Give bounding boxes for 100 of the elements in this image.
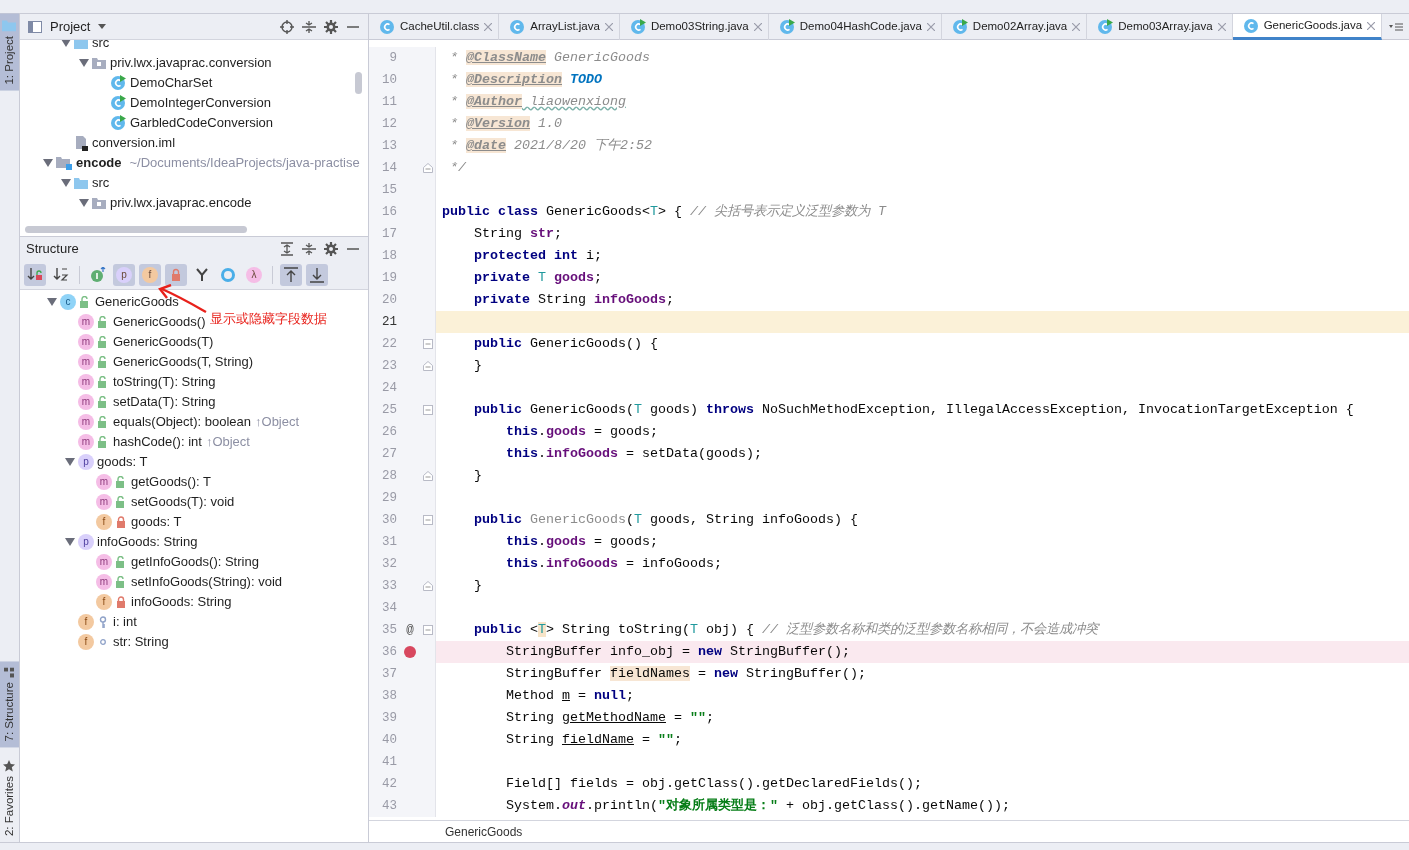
tree-item[interactable]: DemoCharSet	[130, 73, 213, 93]
tree-item[interactable]: infoGoods: String	[131, 592, 232, 612]
settings-icon[interactable]	[324, 241, 338, 256]
tree-item[interactable]: src	[92, 173, 110, 193]
tree-item[interactable]: GenericGoods(T)	[113, 332, 214, 352]
field-name: goods	[546, 534, 586, 549]
breakpoint-icon[interactable]	[404, 646, 416, 658]
expanded-arrow-icon[interactable]	[65, 538, 75, 546]
code-text: .	[538, 424, 546, 439]
caret-icon[interactable]	[98, 24, 107, 29]
method-icon: m	[78, 434, 94, 450]
editor-tab[interactable]: Demo02Array.java	[941, 14, 1088, 40]
tree-item[interactable]: conversion.iml	[92, 133, 176, 153]
scrollbar-thumb[interactable]	[355, 72, 362, 94]
expanded-arrow-icon[interactable]	[61, 40, 71, 47]
doc-comment: *	[449, 94, 459, 109]
tree-item[interactable]: encode	[76, 153, 122, 173]
tree-item[interactable]: priv.lwx.javaprac.conversion	[110, 53, 272, 73]
override-marker[interactable]: @	[406, 620, 414, 640]
tree-item[interactable]: goods: T	[131, 512, 182, 532]
variable-name: fieldNames	[609, 666, 690, 681]
code-text: .println(	[586, 798, 658, 813]
tree-item[interactable]: GenericGoods(T, String)	[113, 352, 254, 372]
tree-item[interactable]: goods: T	[97, 452, 148, 472]
code-text: goods, String infoGoods) {	[648, 512, 858, 527]
close-icon[interactable]	[1217, 23, 1226, 31]
close-icon[interactable]	[753, 23, 762, 31]
code-text: .	[538, 534, 546, 549]
line-number: 38	[381, 687, 397, 705]
tree-item[interactable]: i: int	[113, 612, 137, 632]
editor-tab[interactable]: Demo04HashCode.java	[768, 14, 942, 40]
tree-item[interactable]: getGoods(): T	[131, 472, 211, 492]
line-number: 26	[381, 423, 397, 441]
expanded-arrow-icon[interactable]	[79, 199, 89, 207]
breadcrumb[interactable]: GenericGoods	[445, 822, 523, 841]
line-number: 31	[381, 533, 397, 551]
inherited-from-label: ↑Object	[255, 413, 300, 432]
tree-item[interactable]: str: String	[113, 632, 169, 652]
code-text: goods)	[648, 402, 699, 417]
collapse-all-icon[interactable]	[302, 241, 316, 256]
tree-item[interactable]: infoGoods: String	[97, 532, 198, 552]
expanded-arrow-icon[interactable]	[43, 159, 53, 167]
editor-tab[interactable]: GenericGoods.java	[1232, 14, 1383, 40]
keyword: public	[473, 336, 523, 351]
expand-all-icon[interactable]	[280, 241, 294, 256]
close-icon[interactable]	[1072, 23, 1081, 31]
code-text: GenericGoods() {	[530, 336, 658, 351]
panel-icon	[28, 20, 42, 33]
code-text: StringBuffer info_obj =	[505, 644, 691, 659]
comment: // 泛型参数名称和类的泛型参数名称相同，不会造成冲突	[761, 622, 1098, 637]
editor-tab[interactable]: CacheUtil.class	[369, 14, 500, 40]
tab-list-icon[interactable]	[1389, 21, 1403, 32]
keyword: public	[473, 512, 523, 527]
tree-item[interactable]: GenericGoods	[95, 292, 179, 312]
code-text: StringBuffer	[505, 666, 603, 681]
editor-tab[interactable]: Demo03String.java	[619, 14, 769, 40]
tree-item[interactable]: DemoIntegerConversion	[130, 93, 271, 113]
tool-window-tab[interactable]: 7: Structure	[0, 661, 19, 748]
code-text: obj) {	[704, 622, 755, 637]
close-icon[interactable]	[926, 23, 935, 31]
code-text: ;	[705, 710, 714, 725]
expanded-arrow-icon[interactable]	[65, 458, 75, 466]
method-icon: m	[78, 334, 94, 350]
string-literal: ""	[657, 732, 674, 747]
doc-tag: @ClassName	[466, 50, 546, 65]
settings-icon[interactable]	[324, 19, 338, 34]
locate-icon[interactable]	[280, 19, 294, 34]
panel-title[interactable]: Project	[50, 16, 91, 37]
tree-item[interactable]: GarbledCodeConversion	[130, 113, 274, 133]
tool-window-tab[interactable]: 2: Favorites	[0, 753, 19, 842]
expanded-arrow-icon[interactable]	[61, 179, 71, 187]
variable-name: getMethodName	[562, 710, 666, 725]
collapse-all-icon[interactable]	[302, 19, 316, 34]
editor-tab[interactable]: Demo03Array.java	[1087, 14, 1233, 40]
close-icon[interactable]	[604, 23, 613, 31]
variable-name: m	[562, 688, 570, 703]
expanded-arrow-icon[interactable]	[47, 298, 57, 306]
keyword: private	[473, 292, 531, 307]
line-number: 17	[381, 225, 397, 243]
tree-item[interactable]: toString(T): String	[113, 372, 216, 392]
close-icon[interactable]	[484, 23, 493, 31]
close-icon[interactable]	[1367, 21, 1376, 30]
tree-item[interactable]: hashCode(): int	[113, 432, 202, 452]
editor-tab[interactable]: ArrayList.java	[499, 14, 620, 40]
doc-comment: *	[449, 138, 459, 153]
tool-window-tab[interactable]: 1: Project	[0, 14, 19, 91]
keyword: public	[473, 402, 523, 417]
tree-item[interactable]: equals(Object): boolean	[113, 412, 252, 432]
field-name: infoGoods	[594, 292, 666, 307]
tree-item[interactable]: getInfoGoods(): String	[131, 552, 259, 572]
tree-item[interactable]: setInfoGoods(String): void	[131, 572, 283, 592]
scrollbar-thumb[interactable]	[25, 226, 247, 233]
tree-item[interactable]: GenericGoods()	[113, 312, 206, 332]
doc-tag: @Author	[466, 94, 522, 109]
tree-item[interactable]: setData(T): String	[113, 392, 216, 412]
code-text: String	[505, 710, 555, 725]
tree-item[interactable]: setGoods(T): void	[131, 492, 235, 512]
expanded-arrow-icon[interactable]	[79, 59, 89, 67]
tree-item[interactable]: priv.lwx.javaprac.encode	[110, 193, 252, 213]
tree-item[interactable]: src	[92, 40, 110, 53]
